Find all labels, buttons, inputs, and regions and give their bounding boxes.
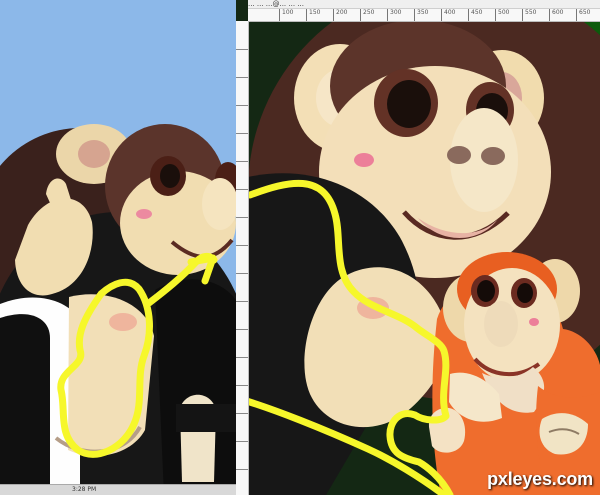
ruler-tick-label: 350 [417, 9, 429, 16]
left-ruler-tick [236, 329, 248, 330]
ruler-tick-label: 100 [282, 9, 294, 16]
left-ruler-tick [236, 413, 248, 414]
left-ruler-tick [236, 245, 248, 246]
left-ruler-tick [236, 133, 248, 134]
ruler-tick: 100 [279, 9, 293, 21]
left-ruler-tick [236, 77, 248, 78]
left-ruler [236, 21, 249, 495]
ruler-tick-label: 500 [498, 9, 510, 16]
ruler-tick: 650 [576, 9, 590, 21]
ruler-tick-label: 400 [444, 9, 456, 16]
left-ruler-tick [236, 273, 248, 274]
ruler-tick: 150 [306, 9, 320, 21]
left-ruler-tick [236, 49, 248, 50]
ruler-tick: 450 [468, 9, 482, 21]
ruler-tick: 400 [441, 9, 455, 21]
ruler-tick-label: 200 [336, 9, 348, 16]
taskbar: 3:28 PM [0, 484, 236, 495]
ruler-tick: 500 [495, 9, 509, 21]
ruler-tick-label: 550 [525, 9, 537, 16]
left-ruler-tick [236, 441, 248, 442]
ruler-tick-label: 250 [363, 9, 375, 16]
taskbar-time: 3:28 PM [72, 486, 97, 493]
left-source-image [0, 0, 236, 495]
left-ruler-tick [236, 161, 248, 162]
top-ruler: 100 150 200 250 300 350 400 450 500 550 … [248, 9, 600, 22]
right-edited-image [236, 0, 600, 495]
ruler-tick: 600 [549, 9, 563, 21]
left-ruler-tick [236, 217, 248, 218]
ruler-tick: 550 [522, 9, 536, 21]
right-monkey-artwork [236, 0, 600, 495]
left-ruler-tick [236, 357, 248, 358]
ruler-tick: 250 [360, 9, 374, 21]
ruler-tick-label: 650 [579, 9, 591, 16]
ruler-tick-label: 300 [390, 9, 402, 16]
left-ruler-tick [236, 469, 248, 470]
ruler-tick: 300 [387, 9, 401, 21]
photoshop-workspace: ... ... ...@... ... ... 100 150 200 250 … [0, 0, 600, 495]
left-monkey-artwork [0, 0, 236, 495]
left-ruler-tick [236, 301, 248, 302]
ruler-tick: 350 [414, 9, 428, 21]
ruler-tick-label: 150 [309, 9, 321, 16]
ruler-tick-label: 450 [471, 9, 483, 16]
left-ruler-tick [236, 105, 248, 106]
ruler-tick-label: 600 [552, 9, 564, 16]
left-ruler-tick [236, 189, 248, 190]
ruler-tick: 200 [333, 9, 347, 21]
pxleyes-watermark: pxleyes.com [487, 469, 593, 489]
document-window-title: ... ... ...@... ... ... [248, 0, 600, 9]
left-ruler-tick [236, 385, 248, 386]
